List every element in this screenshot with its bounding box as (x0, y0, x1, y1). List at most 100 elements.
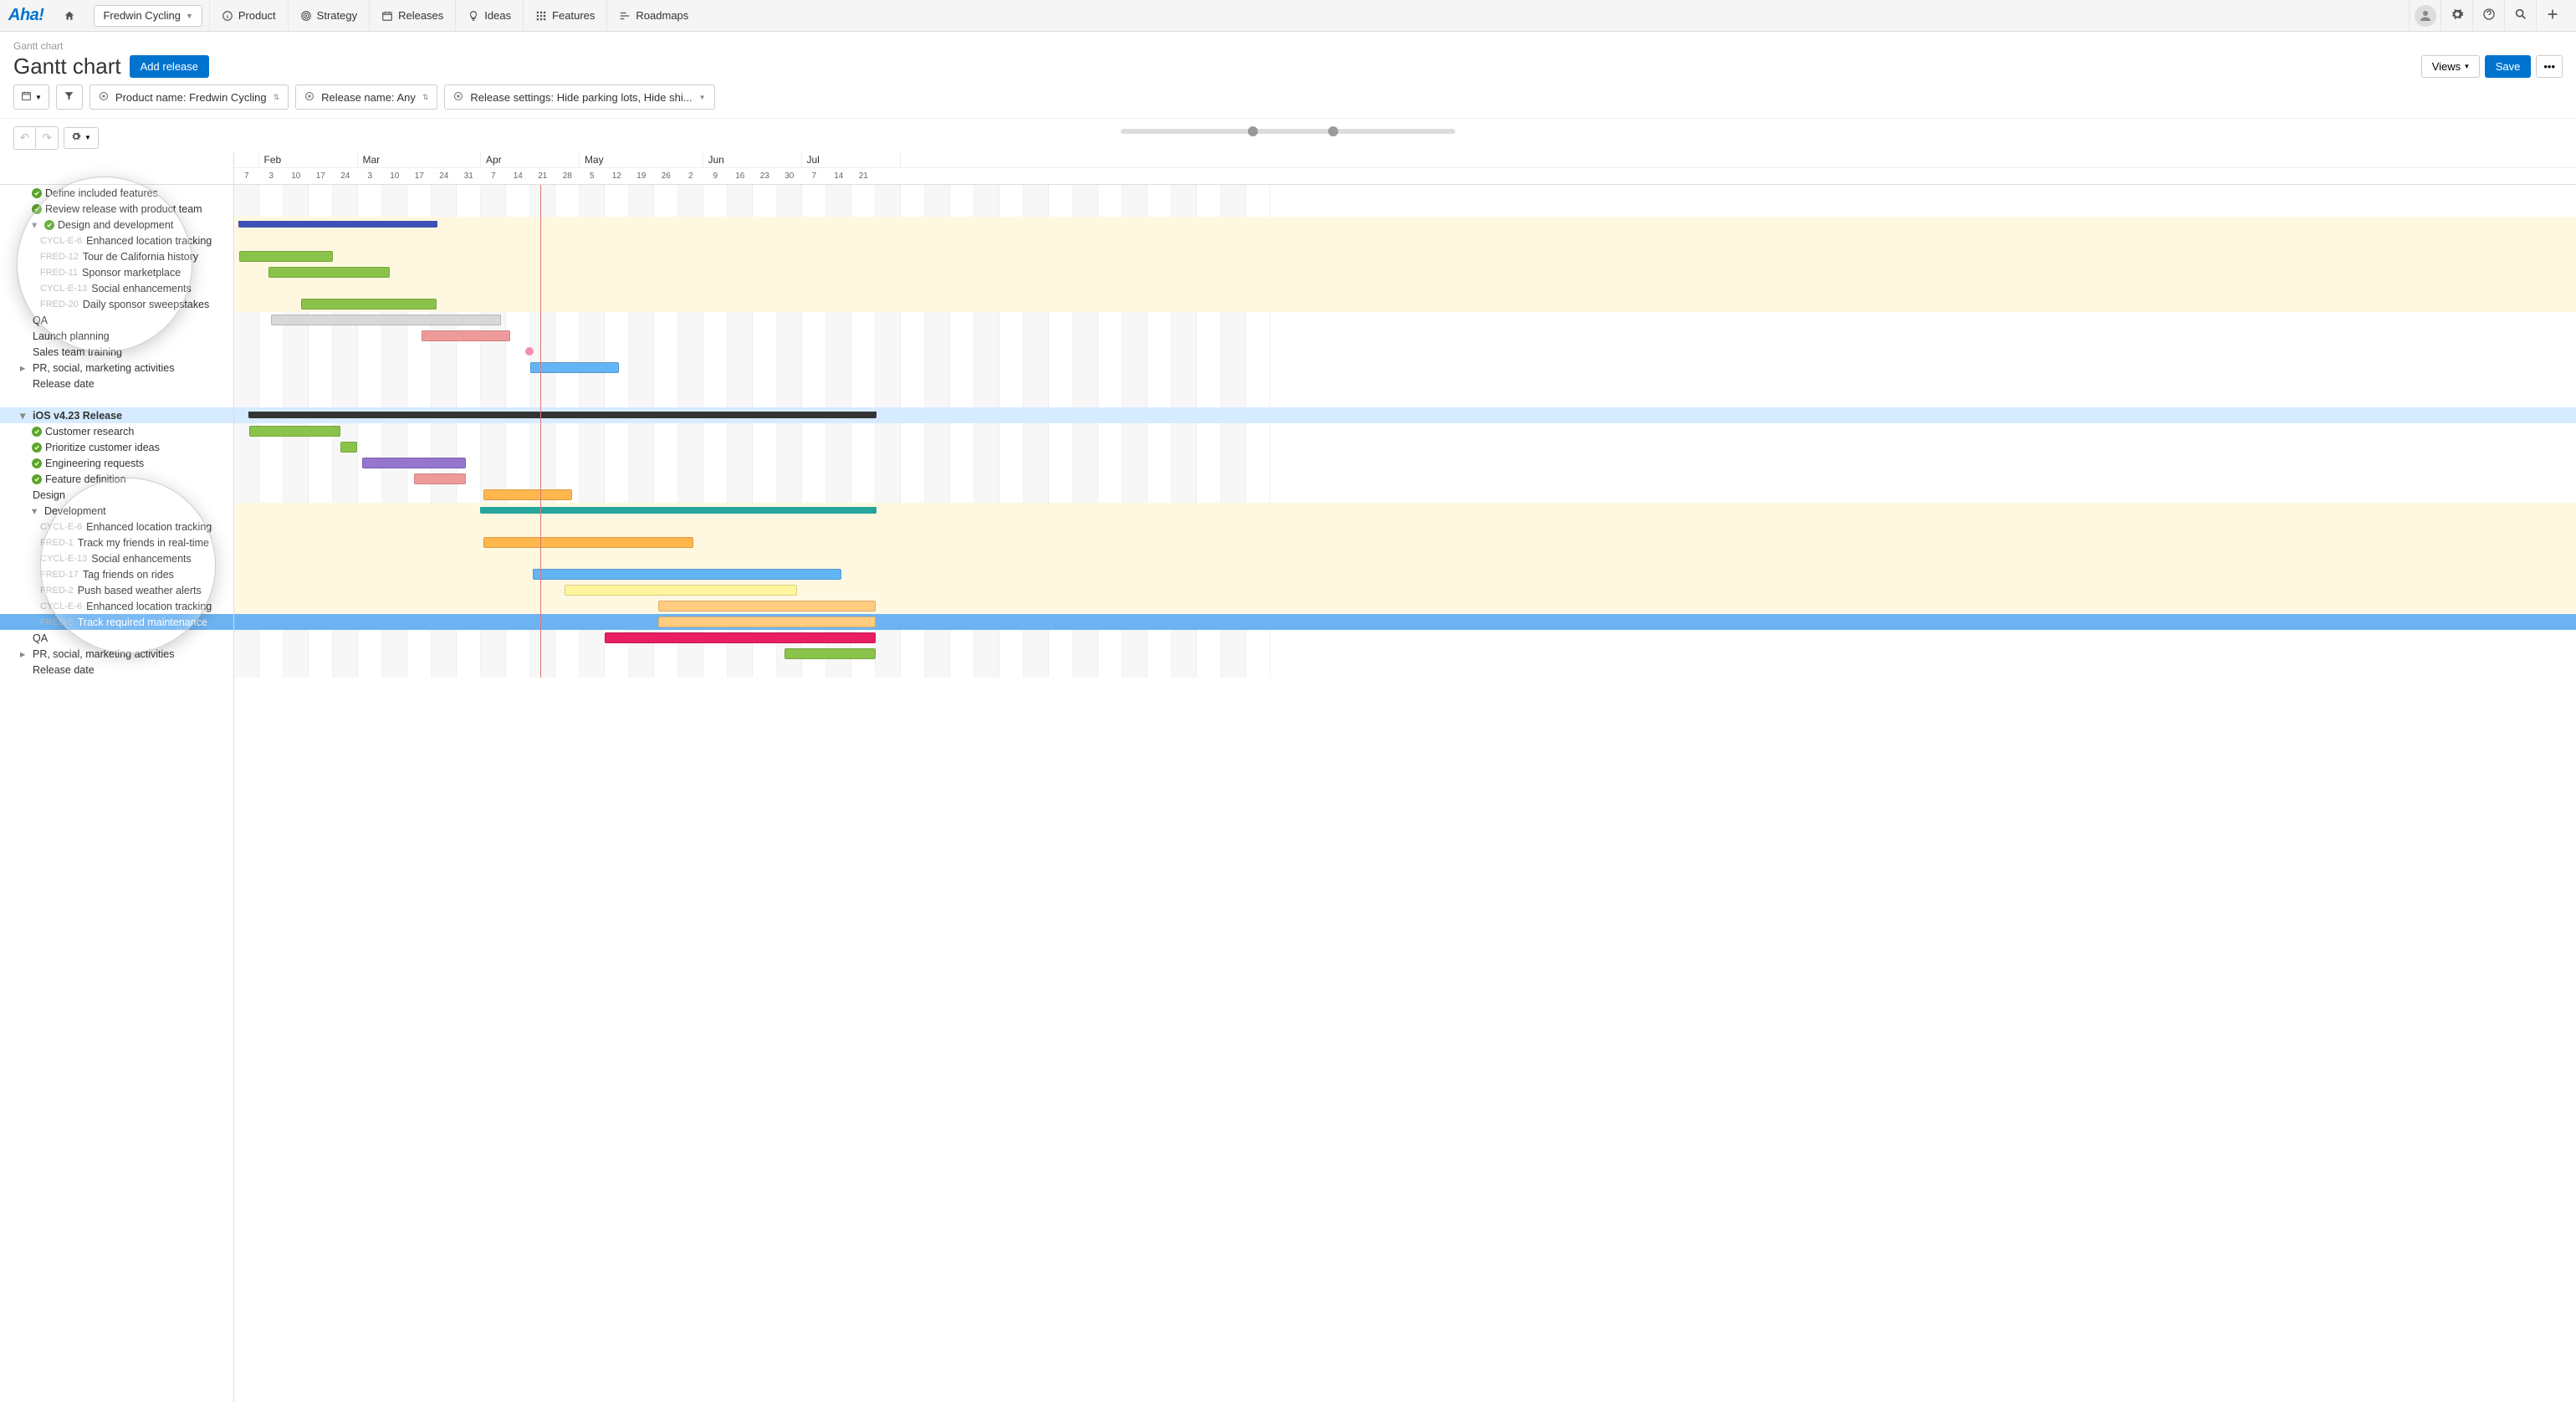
remove-filter-icon[interactable] (453, 91, 463, 104)
filter-button[interactable] (56, 84, 83, 110)
task-row[interactable]: Prioritize customer ideas (0, 439, 233, 455)
settings-button[interactable] (2441, 0, 2472, 32)
task-row[interactable]: Review release with product team (0, 201, 233, 217)
task-row[interactable]: CYCL-E-6Enhanced location tracking (0, 519, 233, 535)
filter-product[interactable]: Product name: Fredwin Cycling⇅ (89, 84, 289, 110)
task-row[interactable]: FRED-5Track required maintenance (0, 614, 233, 630)
gantt-settings-button[interactable]: ▼ (64, 127, 99, 149)
task-bar[interactable] (483, 537, 693, 548)
task-row[interactable]: CYCL-E-13Social enhancements (0, 280, 233, 296)
day-label: 2 (678, 168, 703, 185)
task-bar[interactable] (658, 617, 876, 627)
nav-ideas[interactable]: Ideas (455, 0, 523, 32)
more-menu[interactable]: ••• (2536, 55, 2563, 78)
task-ref: CYCL-E-13 (40, 284, 87, 294)
day-label: 9 (703, 168, 728, 185)
task-bar[interactable] (268, 267, 390, 278)
nav-features[interactable]: Features (523, 0, 606, 32)
task-bar[interactable] (362, 458, 466, 468)
task-ref: FRED-20 (40, 299, 79, 310)
task-bar[interactable] (530, 362, 619, 373)
task-row[interactable]: QA (0, 630, 233, 646)
task-row[interactable] (0, 391, 233, 407)
task-row[interactable]: ▾Development (0, 503, 233, 519)
task-bar[interactable] (605, 632, 877, 643)
task-label: Design (33, 489, 65, 501)
filter-settings[interactable]: Release settings: Hide parking lots, Hid… (444, 84, 714, 110)
task-row[interactable]: CYCL-E-6Enhanced location tracking (0, 233, 233, 248)
filter-release[interactable]: Release name: Any⇅ (295, 84, 437, 110)
undo-button[interactable]: ↶ (14, 127, 36, 149)
task-row[interactable]: ▾Design and development (0, 217, 233, 233)
views-dropdown[interactable]: Views▾ (2421, 55, 2480, 78)
search-button[interactable] (2504, 0, 2536, 32)
day-label: 7 (234, 168, 259, 185)
remove-filter-icon[interactable] (99, 91, 109, 104)
task-bar[interactable] (249, 426, 340, 437)
slider-thumb-right[interactable] (1328, 126, 1338, 136)
chevron-icon[interactable]: ▾ (32, 504, 42, 517)
task-row[interactable]: CYCL-E-13Social enhancements (0, 550, 233, 566)
check-icon (32, 458, 42, 468)
task-row[interactable]: CYCL-E-6Enhanced location tracking (0, 598, 233, 614)
task-bar[interactable] (422, 330, 510, 341)
task-row[interactable]: FRED-12Tour de California history (0, 248, 233, 264)
month-label: Jun (703, 151, 802, 167)
help-button[interactable] (2472, 0, 2504, 32)
breadcrumb[interactable]: Gantt chart (13, 40, 2563, 52)
summary-bar[interactable] (249, 412, 876, 418)
remove-filter-icon[interactable] (304, 91, 314, 104)
task-row[interactable]: FRED-1Track my friends in real-time (0, 535, 233, 550)
task-bar[interactable] (414, 473, 466, 484)
task-row[interactable]: Release date (0, 662, 233, 678)
nav-home[interactable] (52, 0, 87, 32)
task-row[interactable]: Customer research (0, 423, 233, 439)
add-button[interactable] (2536, 0, 2568, 32)
task-bar[interactable] (785, 648, 876, 659)
task-row[interactable]: Sales team training (0, 344, 233, 360)
timeline-chart[interactable]: FebMarAprMayJunJul 731017243101724317142… (234, 151, 2576, 1402)
chevron-icon[interactable]: ▸ (20, 361, 30, 374)
date-picker-button[interactable]: ▼ (13, 84, 49, 110)
task-bar[interactable] (301, 299, 437, 310)
task-bar[interactable] (271, 315, 500, 325)
chevron-icon[interactable]: ▾ (20, 409, 30, 422)
redo-button[interactable]: ↷ (36, 127, 58, 149)
zoom-slider[interactable] (1121, 129, 1455, 134)
task-row[interactable]: FRED-17Tag friends on rides (0, 566, 233, 582)
chevron-icon[interactable]: ▾ (32, 218, 42, 231)
task-bar[interactable] (340, 442, 358, 453)
summary-bar[interactable] (481, 507, 876, 514)
task-bar[interactable] (483, 489, 572, 500)
task-row[interactable]: FRED-2Push based weather alerts (0, 582, 233, 598)
task-row[interactable]: ▸PR, social, marketing activities (0, 360, 233, 376)
task-row[interactable]: Launch planning (0, 328, 233, 344)
task-bar[interactable] (533, 569, 841, 580)
summary-bar[interactable] (239, 221, 437, 228)
task-bar[interactable] (658, 601, 876, 611)
task-row[interactable]: FRED-11Sponsor marketplace (0, 264, 233, 280)
chevron-icon[interactable]: ▸ (20, 647, 30, 660)
task-bar[interactable] (565, 585, 796, 596)
task-row[interactable]: Engineering requests (0, 455, 233, 471)
task-bar[interactable] (239, 251, 333, 262)
nav-strategy[interactable]: Strategy (288, 0, 369, 32)
task-row[interactable]: Design (0, 487, 233, 503)
slider-thumb-left[interactable] (1248, 126, 1258, 136)
save-button[interactable]: Save (2485, 55, 2532, 78)
nav-releases[interactable]: Releases (369, 0, 455, 32)
logo[interactable]: Aha! (8, 6, 43, 25)
task-row[interactable]: FRED-20Daily sponsor sweepstakes (0, 296, 233, 312)
nav-roadmaps[interactable]: Roadmaps (606, 0, 700, 32)
task-row[interactable]: Feature definition (0, 471, 233, 487)
nav-product[interactable]: Product (209, 0, 288, 32)
task-row[interactable]: QA (0, 312, 233, 328)
task-row[interactable]: Release date (0, 376, 233, 391)
task-row[interactable]: Define included features (0, 185, 233, 201)
user-avatar[interactable] (2409, 0, 2441, 32)
release-group-row[interactable]: ▾iOS v4.23 Release (0, 407, 233, 423)
add-release-button[interactable]: Add release (130, 55, 209, 78)
task-row[interactable]: ▸PR, social, marketing activities (0, 646, 233, 662)
workspace-selector[interactable]: Fredwin Cycling ▼ (94, 5, 202, 27)
day-label: 14 (826, 168, 851, 185)
